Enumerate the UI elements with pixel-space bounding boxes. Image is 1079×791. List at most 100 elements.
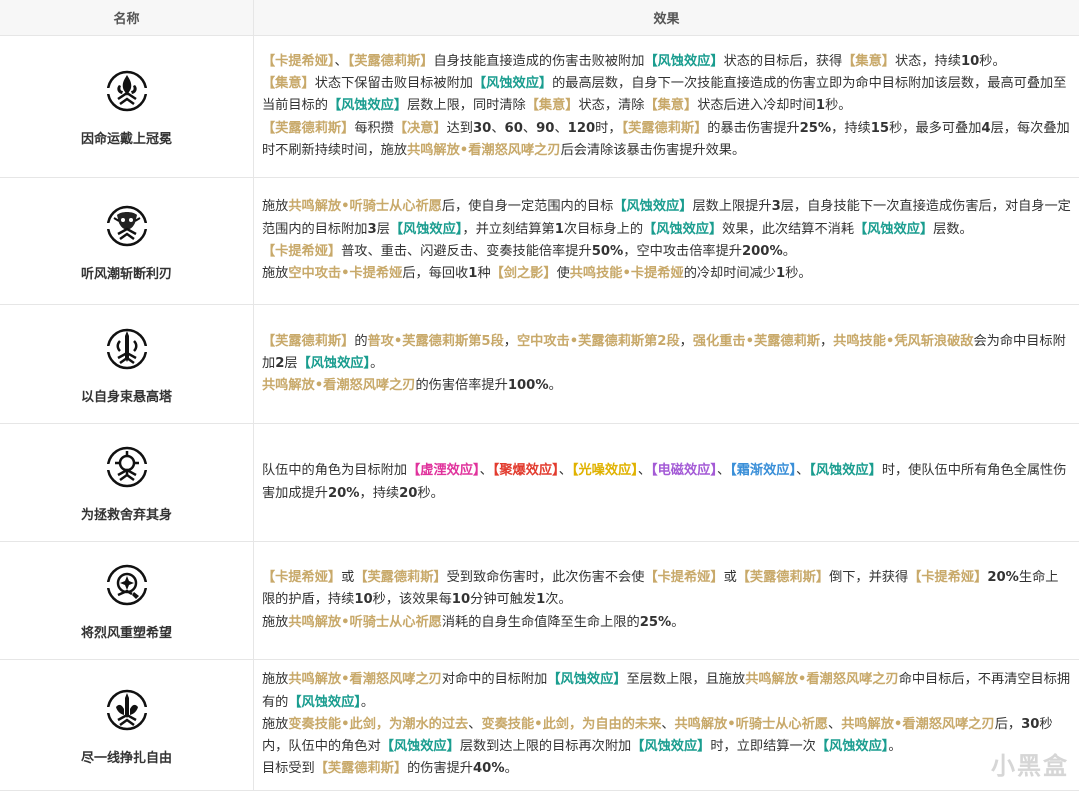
effect-text: 秒。 (785, 266, 812, 282)
effect-line: 【集意】状态下保留击败目标被附加【风蚀效应】的最高层数，自身下一次技能直接造成的… (262, 73, 1071, 118)
effect-keyword: 【风蚀效应】 (547, 672, 627, 688)
effect-keyword: 1 (776, 266, 786, 282)
effect-text: 、 (716, 463, 731, 479)
effect-keyword: 20% (987, 570, 1019, 586)
effect-line: 【卡提希娅】普攻、重击、闪避反击、变奏技能倍率提升50%，空中攻击倍率提升200… (262, 241, 1071, 263)
chain-name: 因命运戴上冠冕 (80, 132, 172, 147)
effect-keyword: 【风蚀效应】 (643, 221, 723, 237)
chain-name-cell: 听风潮斩断利刃 (0, 178, 254, 305)
effect-keyword: 共鸣解放•看潮怒风哮之刃 (262, 378, 416, 394)
chain-name: 尽一线挣扎自由 (80, 750, 172, 766)
effect-keyword: 变奏技能•此剑，为自由的未来 (481, 716, 662, 732)
effect-text: 状态的目标后，获得 (723, 53, 843, 69)
effect-keyword: 【风蚀效应】 (389, 221, 463, 237)
effect-text: 、 (491, 120, 505, 136)
effect-text: 倒下，并获得 (829, 570, 909, 586)
effect-text: 时，立即结算一次 (710, 739, 816, 755)
effect-text: 、 (554, 120, 568, 136)
effect-text: 的 (354, 333, 368, 349)
chain-name-cell: 为拯救舍弃其身 (0, 424, 254, 542)
effect-text: ， (819, 333, 834, 349)
effect-keyword: 【风蚀效应】 (815, 739, 889, 755)
effect-text: ，并立刻结算第 (462, 221, 555, 237)
chain-effect: 【卡提希娅】或【芙露德莉斯】受到致命伤害时，此次伤害不会使【卡提希娅】或【芙露德… (262, 567, 1071, 634)
effect-keyword: 【聚爆效应】 (492, 463, 559, 479)
header-name: 名称 (0, 0, 254, 36)
effect-keyword: 【决意】 (393, 120, 447, 136)
effect-keyword: 【电磁效应】 (651, 463, 717, 479)
effect-text: 状态，持续 (895, 53, 961, 69)
chain-effect-cell: 【芙露德莉斯】的普攻•芙露德莉斯第5段，空中攻击•芙露德莉斯第2段，强化重击•芙… (254, 305, 1079, 424)
effect-keyword: 【芙露德莉斯】 (354, 570, 447, 586)
effect-keyword: 【剑之影】 (490, 266, 557, 282)
effect-text: 状态下保留击败目标被附加 (314, 76, 473, 92)
effect-text: 自身技能直接造成的伤害击败被附加 (433, 53, 645, 69)
effect-text: 、 (558, 463, 572, 479)
effect-text: 层数。 (933, 221, 973, 237)
chain-name-cell: 尽一线挣扎自由 (0, 660, 254, 791)
effect-text: 层数到达上限的目标再次附加 (459, 739, 632, 755)
effect-text: 后， (994, 716, 1022, 732)
effect-keyword: 【风蚀效应】 (854, 221, 934, 237)
effect-keyword: 40% (473, 761, 505, 777)
effect-line: 施放变奏技能•此剑，为潮水的过去、变奏技能•此剑，为自由的未来、共鸣解放•听骑士… (262, 714, 1071, 759)
effect-keyword: 【芙露德莉斯】 (621, 120, 708, 136)
effect-keyword: 【风蚀效应】 (473, 76, 553, 92)
effect-text: 分钟可触发 (470, 592, 537, 608)
effect-keyword: 2 (275, 355, 285, 371)
effect-keyword: 【卡提希娅】 (908, 570, 988, 586)
effect-text: 后会清除该暴击伤害提升效果。 (560, 142, 746, 158)
effect-keyword: 【集意】 (644, 98, 698, 114)
effect-text: 秒，该效果每 (372, 592, 452, 608)
effect-text: 。 (360, 694, 375, 710)
chain-name: 听风潮斩断利刃 (80, 266, 172, 282)
effect-text: 状态，清除 (578, 98, 645, 114)
effect-line: 施放空中攻击•卡提希娅后，每回收 1 种【剑之影】使共鸣技能•卡提希娅的冷却时间减少… (262, 263, 1071, 285)
effect-keyword: 1 (536, 592, 546, 608)
effect-text: 使 (556, 266, 570, 282)
effect-keyword: 强化重击•芙露德莉斯 (692, 333, 820, 349)
effect-text: 、 (334, 53, 348, 69)
effect-text: 受到致命伤害时，此次伤害不会使 (446, 570, 645, 586)
effect-text: ， (503, 333, 517, 349)
effect-text: 的冷却时间减少 (683, 266, 776, 282)
effect-line: 【卡提希娅】或【芙露德莉斯】受到致命伤害时，此次伤害不会使【卡提希娅】或【芙露德… (262, 567, 1071, 612)
effect-text: 后，每回收 (402, 266, 469, 282)
effect-keyword: 共鸣解放•看潮怒风哮之刃 (841, 716, 995, 732)
beast-emblem-icon (105, 205, 148, 246)
effect-keyword: 25% (799, 120, 832, 136)
chain-effect-cell: 队伍中的角色为目标附加【虚湮效应】、【聚爆效应】、【光噪效应】、【电磁效应】、【… (254, 424, 1079, 542)
effect-keyword: 【光噪效应】 (571, 463, 638, 479)
hand-sword-icon (105, 689, 148, 730)
effect-text: 至层数上限，且施放 (626, 672, 746, 688)
chain-effect: 施放共鸣解放•看潮怒风哮之刃对命中的目标附加【风蚀效应】至层数上限，且施放共鸣解… (262, 669, 1071, 780)
effect-keyword: 共鸣解放•听骑士从心祈愿 (288, 199, 442, 215)
effect-text: 达到 (446, 120, 473, 136)
chain-name-cell: 将烈风重塑希望 (0, 542, 254, 660)
effect-text: ，空中攻击倍率提升 (623, 244, 742, 259)
effect-keyword: 共鸣解放•听骑士从心祈愿 (288, 614, 442, 630)
effect-keyword: 30 (1021, 716, 1040, 732)
effect-keyword: 共鸣技能•卡提希娅 (569, 266, 684, 282)
effect-keyword: 共鸣解放•听骑士从心祈愿 (674, 716, 829, 732)
effect-text: 施放 (262, 199, 289, 215)
effect-line: 施放共鸣解放•看潮怒风哮之刃对命中的目标附加【风蚀效应】至层数上限，且施放共鸣解… (262, 669, 1071, 714)
effect-text: 施放 (262, 672, 289, 688)
compass-star-icon (105, 564, 148, 606)
effect-text: 消耗的自身生命值降至生命上限的 (441, 614, 640, 630)
effect-keyword: 【集意】 (262, 76, 315, 92)
effect-keyword: 【风蚀效应】 (327, 98, 408, 114)
effect-keyword: 120 (567, 120, 596, 136)
effect-keyword: 60 (504, 120, 523, 136)
header-effect: 效果 (254, 0, 1079, 36)
effect-text: 种 (477, 266, 491, 282)
effect-text: 状态后进入冷却时间 (697, 98, 816, 114)
effect-text: 、 (522, 120, 537, 136)
effect-keyword: 15 (870, 120, 890, 136)
effect-text: 施放 (262, 266, 289, 282)
effect-keyword: 100% (507, 378, 549, 394)
effect-text: ， (679, 333, 693, 349)
effect-keyword: 变奏技能•此剑，为潮水的过去 (288, 716, 469, 732)
effect-text: 施放 (262, 716, 289, 732)
effect-text: 次目标身上的 (563, 221, 644, 237)
